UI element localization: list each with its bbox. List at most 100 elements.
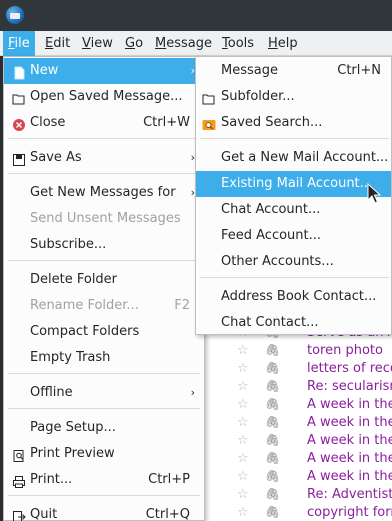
quit-icon (12, 508, 26, 521)
submenu-arrow-icon: › (190, 386, 195, 399)
title-bar (0, 0, 392, 31)
folder-icon (202, 90, 216, 105)
menu-separator (8, 495, 200, 496)
shortcut: F2 (174, 298, 190, 313)
attachment-icon: 🖇 (265, 379, 281, 393)
menu-tools[interactable]: Tools (217, 31, 259, 56)
file-menu: New › Open Saved Message... Close Ctrl+W… (3, 56, 205, 521)
menu-item-compact-folders[interactable]: Compact Folders (4, 319, 204, 345)
open-folder-icon (12, 90, 26, 105)
new-submenu: Message Ctrl+N Subfolder... Saved Search… (195, 56, 392, 335)
menu-file[interactable]: File (3, 31, 35, 56)
menu-separator (8, 260, 200, 261)
new-doc-icon (12, 64, 26, 80)
star-icon[interactable]: ☆ (237, 433, 249, 448)
message-subject: A week in the l (307, 451, 392, 466)
menu-message[interactable]: Message (150, 31, 217, 56)
menu-go[interactable]: Go (120, 31, 148, 56)
print-preview-icon (12, 447, 26, 462)
menu-item-rename-folder[interactable]: Rename Folder... F2 (4, 293, 204, 319)
attachment-icon: 🖇 (265, 433, 281, 447)
attachment-icon: 🖇 (265, 361, 281, 375)
attachment-icon: 🖇 (265, 451, 281, 465)
star-icon[interactable]: ☆ (237, 451, 249, 466)
star-icon[interactable]: ☆ (237, 469, 249, 484)
table-row[interactable]: ☆ 🖇 copyright form (200, 504, 392, 521)
shortcut: Ctrl+N (337, 63, 381, 78)
message-subject: Re: Adventists (307, 487, 392, 502)
menu-separator (200, 277, 389, 278)
menu-item-save-as[interactable]: Save As › (4, 145, 204, 171)
menu-item-quit[interactable]: Quit Ctrl+Q (4, 502, 204, 521)
submenu-item-existing-mail-account[interactable]: Existing Mail Account... (196, 171, 391, 197)
submenu-item-other-accounts[interactable]: Other Accounts... (196, 249, 391, 275)
menu-bar: File Edit View Go Message Tools Help (0, 31, 392, 56)
menu-edit[interactable]: Edit (40, 31, 75, 56)
menu-separator (8, 138, 200, 139)
attachment-icon: 🖇 (265, 343, 281, 357)
menu-item-open-saved-message[interactable]: Open Saved Message... (4, 84, 204, 110)
menu-view[interactable]: View (77, 31, 118, 56)
table-row[interactable]: ☆ 🖇 A week in the l (200, 432, 392, 450)
message-subject: letters of recom (307, 361, 392, 376)
printer-icon (12, 473, 26, 488)
table-row[interactable]: ☆ 🖇 toren photo (200, 342, 392, 360)
message-subject: A week in the l (307, 415, 392, 430)
star-icon[interactable]: ☆ (237, 487, 249, 502)
table-row[interactable]: ☆ 🖇 Re: secularism (200, 378, 392, 396)
menu-item-get-new-messages[interactable]: Get New Messages for › (4, 180, 204, 206)
menu-item-new[interactable]: New › (4, 58, 204, 84)
thunderbird-app-icon[interactable] (6, 6, 24, 24)
submenu-item-chat-account[interactable]: Chat Account... (196, 197, 391, 223)
submenu-item-address-book-contact[interactable]: Address Book Contact... (196, 284, 391, 310)
table-row[interactable]: ☆ 🖇 A week in the l (200, 450, 392, 468)
table-row[interactable]: ☆ 🖇 Re: Adventists (200, 486, 392, 504)
menu-item-subscribe[interactable]: Subscribe... (4, 232, 204, 258)
message-subject: A week in the l (307, 397, 392, 412)
attachment-icon: 🖇 (265, 505, 281, 519)
star-icon[interactable]: ☆ (237, 343, 249, 358)
table-row[interactable]: ☆ 🖇 A week in the l (200, 396, 392, 414)
shortcut: Ctrl+Q (145, 507, 190, 521)
new-label: New (30, 63, 59, 78)
menu-item-delete-folder[interactable]: Delete Folder (4, 267, 204, 293)
menu-help[interactable]: Help (263, 31, 303, 56)
menu-separator (8, 408, 200, 409)
menu-separator (8, 173, 200, 174)
menu-item-print[interactable]: Print... Ctrl+P (4, 467, 204, 493)
menu-item-offline[interactable]: Offline › (4, 380, 204, 406)
submenu-item-chat-contact[interactable]: Chat Contact... (196, 310, 391, 336)
table-row[interactable]: ☆ 🖇 A week in the l (200, 468, 392, 486)
attachment-icon: 🖇 (265, 415, 281, 429)
submenu-item-get-new-mail-account[interactable]: Get a New Mail Account... (196, 145, 391, 171)
attachment-icon: 🖇 (265, 487, 281, 501)
menu-item-close[interactable]: Close Ctrl+W (4, 110, 204, 136)
star-icon[interactable]: ☆ (237, 505, 249, 520)
star-icon[interactable]: ☆ (237, 397, 249, 412)
shortcut: Ctrl+W (143, 115, 190, 130)
menu-item-page-setup[interactable]: Page Setup... (4, 415, 204, 441)
star-icon[interactable]: ☆ (237, 361, 249, 376)
mouse-cursor-icon (367, 183, 381, 204)
close-icon (12, 116, 26, 131)
menu-item-print-preview[interactable]: Print Preview (4, 441, 204, 467)
attachment-icon: 🖇 (265, 469, 281, 483)
table-row[interactable]: ☆ 🖇 letters of recom (200, 360, 392, 378)
submenu-item-subfolder[interactable]: Subfolder... (196, 84, 391, 110)
attachment-icon: 🖇 (265, 397, 281, 411)
saved-search-icon (202, 116, 216, 130)
message-subject: A week in the l (307, 469, 392, 484)
menu-item-empty-trash[interactable]: Empty Trash (4, 345, 204, 371)
menu-item-send-unsent[interactable]: Send Unsent Messages (4, 206, 204, 232)
save-as-icon (12, 151, 26, 166)
star-icon[interactable]: ☆ (237, 415, 249, 430)
table-row[interactable]: ☆ 🖇 A week in the l (200, 414, 392, 432)
submenu-item-saved-search[interactable]: Saved Search... (196, 110, 391, 136)
submenu-item-feed-account[interactable]: Feed Account... (196, 223, 391, 249)
message-subject: copyright form (307, 505, 392, 520)
message-subject: toren photo (307, 343, 383, 358)
menu-separator (200, 138, 389, 139)
message-subject: A week in the l (307, 433, 392, 448)
star-icon[interactable]: ☆ (237, 379, 249, 394)
submenu-item-message[interactable]: Message Ctrl+N (196, 58, 391, 84)
